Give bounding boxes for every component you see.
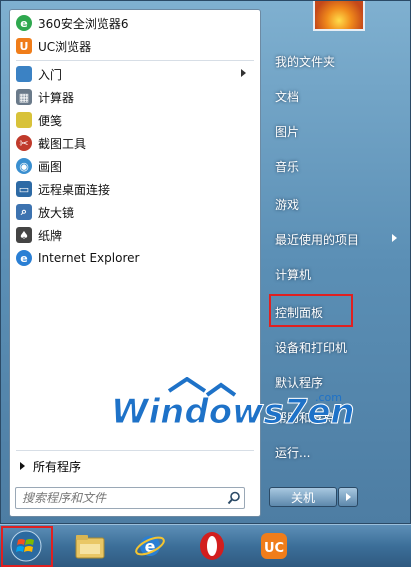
start-menu: e 360安全浏览器6 U UC浏览器 入门 ▦ 计算器 便笺 ✂ 截图工具 ◉… bbox=[0, 0, 411, 524]
right-item-music[interactable]: 音乐 bbox=[275, 155, 403, 177]
shutdown-button[interactable]: 关机 bbox=[269, 487, 337, 507]
divider bbox=[16, 450, 254, 451]
expand-arrow-icon bbox=[20, 462, 25, 470]
highlight-box-control-panel bbox=[269, 294, 353, 327]
all-programs-label: 所有程序 bbox=[33, 459, 82, 474]
right-item-default-programs[interactable]: 默认程序 bbox=[275, 371, 403, 393]
program-remote-desktop[interactable]: ▭ 远程桌面连接 bbox=[16, 178, 254, 200]
program-getting-started[interactable]: 入门 bbox=[16, 63, 254, 85]
shutdown-options-button[interactable] bbox=[338, 487, 358, 507]
explorer-folder-icon bbox=[75, 535, 105, 559]
program-uc-browser[interactable]: U UC浏览器 bbox=[16, 35, 254, 57]
magnifier-icon: ⌕ bbox=[16, 204, 32, 220]
ie-taskbar-icon: e bbox=[135, 536, 165, 556]
search-icon[interactable] bbox=[224, 488, 244, 508]
right-item-run[interactable]: 运行... bbox=[275, 441, 403, 463]
submenu-arrow-icon bbox=[392, 234, 397, 242]
highlight-box-start bbox=[1, 526, 53, 567]
taskbar: e UC bbox=[0, 524, 411, 567]
program-magnifier[interactable]: ⌕ 放大镜 bbox=[16, 201, 254, 223]
getting-started-icon bbox=[16, 66, 32, 82]
program-internet-explorer[interactable]: e Internet Explorer bbox=[16, 247, 254, 269]
right-item-help-support[interactable]: 帮助和支持 bbox=[275, 406, 403, 428]
browser-360-icon: e bbox=[16, 15, 32, 31]
chevron-right-icon bbox=[345, 493, 351, 501]
paint-icon: ◉ bbox=[16, 158, 32, 174]
right-item-my-folder[interactable]: 我的文件夹 bbox=[275, 50, 403, 72]
submenu-arrow-icon bbox=[241, 69, 246, 77]
taskbar-uc[interactable]: UC bbox=[252, 529, 296, 563]
programs-pane: e 360安全浏览器6 U UC浏览器 入门 ▦ 计算器 便笺 ✂ 截图工具 ◉… bbox=[9, 9, 261, 517]
sticky-notes-icon bbox=[16, 112, 32, 128]
right-item-games[interactable]: 游戏 bbox=[275, 193, 403, 215]
ie-icon: e bbox=[16, 250, 32, 266]
right-item-pictures[interactable]: 图片 bbox=[275, 120, 403, 142]
svg-text:UC: UC bbox=[264, 541, 284, 556]
program-paint[interactable]: ◉ 画图 bbox=[16, 155, 254, 177]
right-item-documents[interactable]: 文档 bbox=[275, 85, 403, 107]
search-box[interactable] bbox=[15, 487, 245, 509]
taskbar-ie[interactable]: e bbox=[128, 529, 172, 563]
program-sticky-notes[interactable]: 便笺 bbox=[16, 109, 254, 131]
right-item-recent-items[interactable]: 最近使用的项目 bbox=[275, 228, 403, 250]
remote-desktop-icon: ▭ bbox=[16, 181, 32, 197]
snipping-tool-icon: ✂ bbox=[16, 135, 32, 151]
opera-icon bbox=[200, 532, 224, 560]
user-picture[interactable] bbox=[313, 1, 365, 31]
right-item-computer[interactable]: 计算机 bbox=[275, 263, 403, 285]
program-solitaire[interactable]: ♠ 纸牌 bbox=[16, 224, 254, 246]
calculator-icon: ▦ bbox=[16, 89, 32, 105]
taskbar-explorer[interactable] bbox=[68, 529, 112, 563]
search-input[interactable] bbox=[16, 491, 224, 505]
program-snipping-tool[interactable]: ✂ 截图工具 bbox=[16, 132, 254, 154]
all-programs-button[interactable]: 所有程序 bbox=[16, 455, 254, 477]
taskbar-opera[interactable] bbox=[190, 529, 234, 563]
program-360-browser[interactable]: e 360安全浏览器6 bbox=[16, 12, 254, 34]
divider bbox=[16, 60, 254, 61]
program-calculator[interactable]: ▦ 计算器 bbox=[16, 86, 254, 108]
uc-taskbar-icon: UC bbox=[261, 533, 287, 559]
uc-browser-icon: U bbox=[16, 38, 32, 54]
right-item-devices-printers[interactable]: 设备和打印机 bbox=[275, 336, 403, 358]
solitaire-icon: ♠ bbox=[16, 227, 32, 243]
